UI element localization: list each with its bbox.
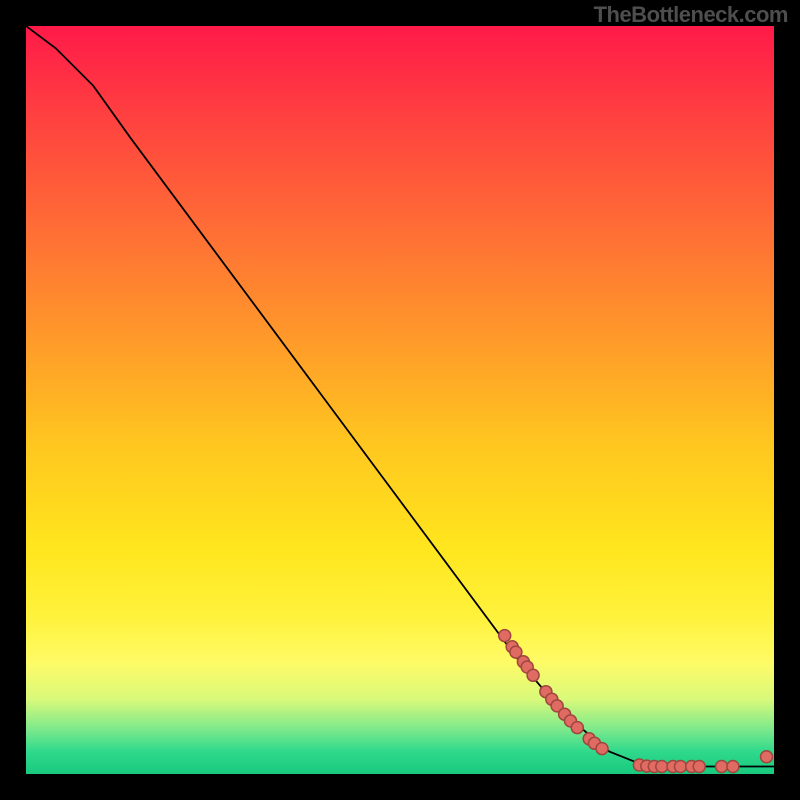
gradient-background xyxy=(26,26,774,774)
attribution-text: TheBottleneck.com xyxy=(594,2,788,28)
chart-container: TheBottleneck.com xyxy=(0,0,800,800)
